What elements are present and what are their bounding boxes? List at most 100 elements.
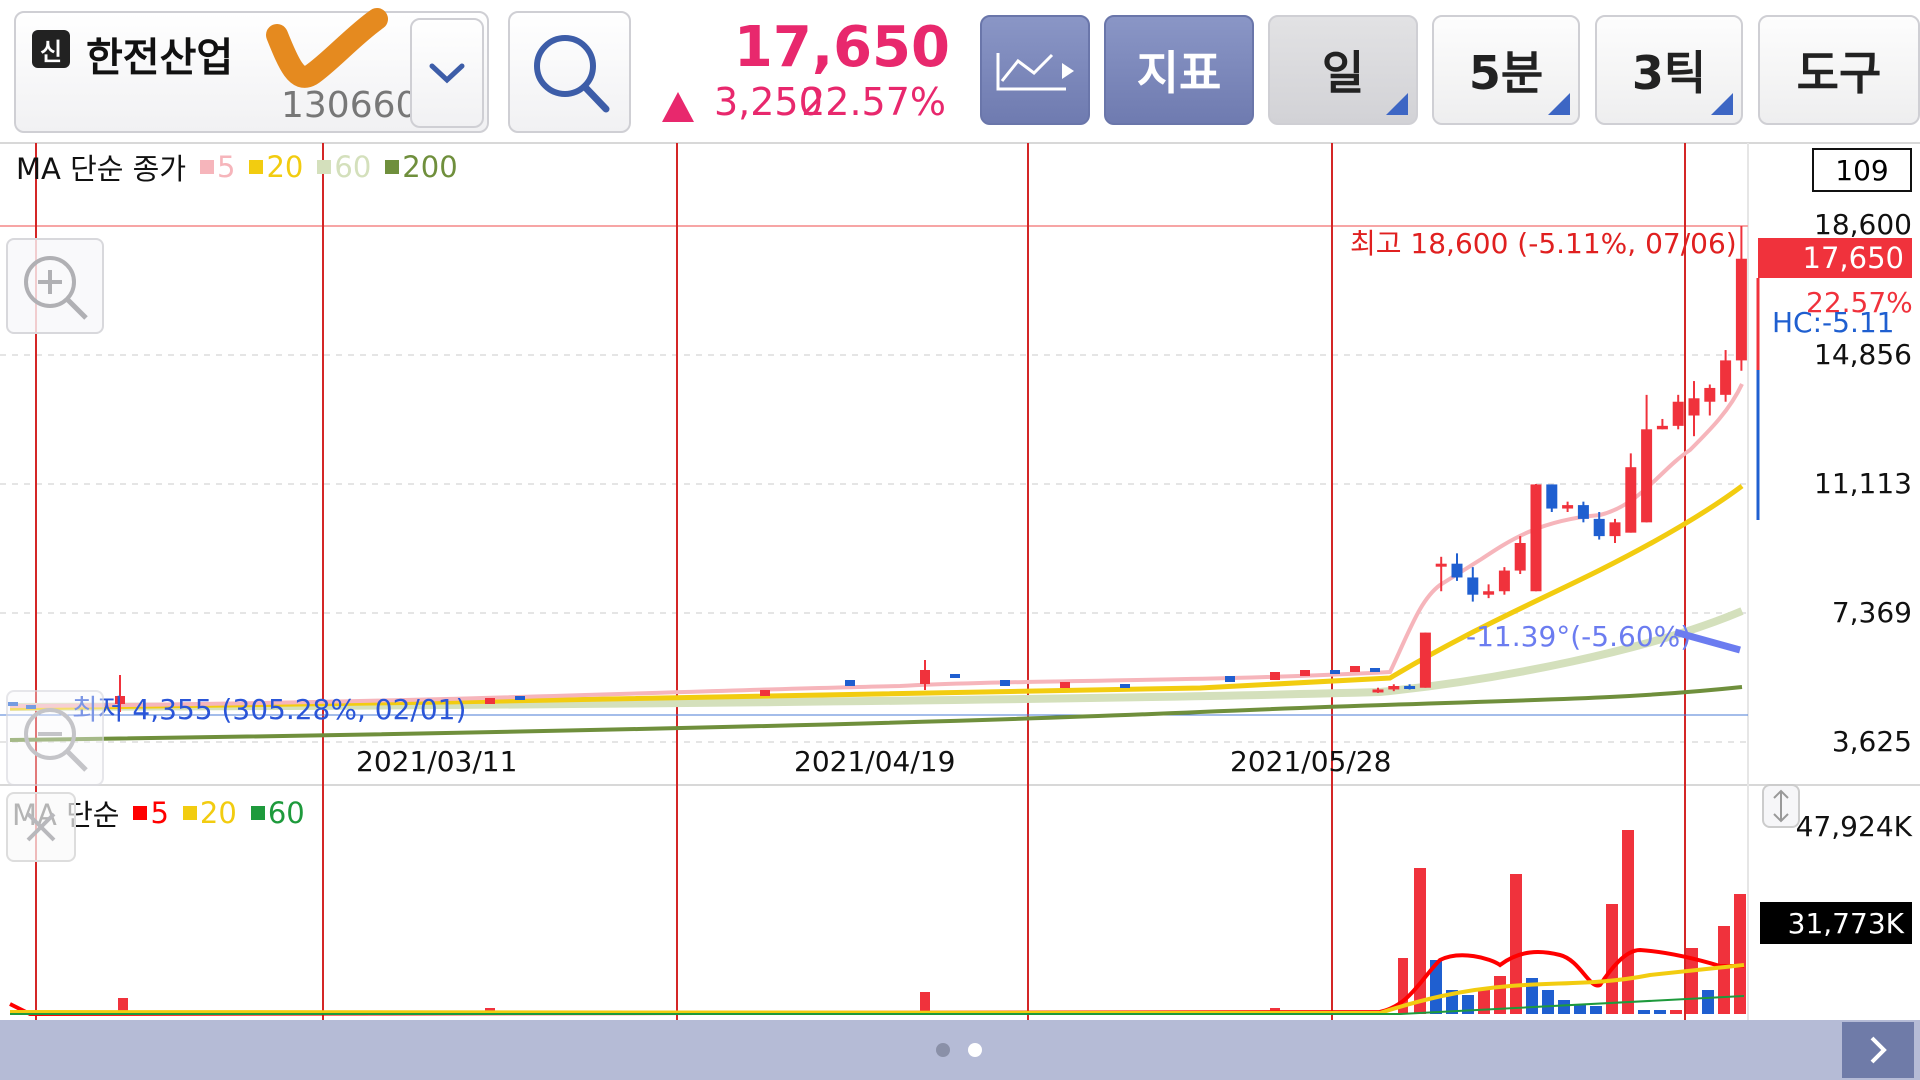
panel-resize-handle[interactable] (1762, 784, 1800, 828)
x-axis-date: 2021/04/19 (794, 745, 956, 778)
candle (1562, 505, 1574, 509)
x-axis-date: 2021/05/28 (1230, 745, 1392, 778)
current-price: 17,650 (733, 15, 950, 80)
volume-bar (118, 998, 128, 1012)
search-icon (534, 35, 610, 113)
candle (1593, 518, 1605, 537)
next-page-button[interactable] (1842, 1022, 1914, 1078)
dropdown-corner-icon (1711, 93, 1733, 115)
month-separators (35, 143, 1686, 1020)
candle (1372, 689, 1384, 693)
candle (1735, 258, 1747, 361)
page-dot-1[interactable] (936, 1043, 950, 1057)
page-dot-2[interactable] (968, 1043, 982, 1057)
price-volume-chart[interactable] (0, 140, 1920, 1020)
candle (1225, 676, 1235, 682)
visible-candle-count[interactable]: 109 (1812, 148, 1912, 192)
y-axis-label: 7,369 (1831, 596, 1912, 629)
price-ma-legend: MA 단순 종가 5 20 60 200 (16, 146, 458, 188)
grid-lines (0, 354, 1748, 743)
candle (950, 674, 960, 678)
legend-vol-ma5: 5 (133, 796, 169, 830)
dropdown-corner-icon (1386, 93, 1408, 115)
legend-ma5: 5 (200, 150, 235, 184)
candle (1546, 484, 1558, 509)
candle (1625, 467, 1637, 533)
candle (1656, 425, 1668, 430)
y-axis-label: 11,113 (1814, 467, 1912, 500)
close-volume-panel-button[interactable] (6, 792, 76, 862)
x-axis-date: 2021/03/11 (356, 745, 518, 778)
zoom-in-button[interactable] (6, 238, 104, 334)
candle (1000, 680, 1010, 686)
candle (1704, 387, 1716, 402)
candle (1404, 686, 1416, 690)
candle (1609, 522, 1621, 537)
volume-bar (1622, 830, 1634, 1014)
candle (1300, 670, 1310, 676)
candle (515, 696, 525, 700)
dropdown-corner-icon (1548, 93, 1570, 115)
candle (760, 690, 770, 696)
line-chart-icon (996, 53, 1074, 91)
zoom-out-icon (24, 708, 88, 772)
resize-vertical-icon (1773, 789, 1789, 823)
candle (1370, 668, 1380, 672)
chart-type-button[interactable] (980, 15, 1090, 125)
volume-bar (1606, 904, 1618, 1014)
legend-ma200: 200 (385, 150, 458, 184)
legend-ma60: 60 (317, 150, 371, 184)
search-button[interactable] (508, 11, 631, 133)
period-day-button[interactable]: 일 (1268, 15, 1418, 125)
stock-name: 한전산업 (86, 35, 234, 81)
period-day-label: 일 (1321, 46, 1365, 100)
credit-badge: 신 (32, 30, 70, 68)
tools-button[interactable]: 도구 (1758, 15, 1920, 125)
close-icon (26, 812, 56, 842)
volume-bar (1718, 926, 1730, 1014)
current-volume-tag: 31,773K (1760, 902, 1912, 944)
change-percent: 22.57% (801, 80, 946, 124)
candle (1060, 682, 1070, 688)
y-axis-label: 3,625 (1831, 725, 1912, 758)
candle (1350, 666, 1360, 672)
check-mark-icon (266, 8, 388, 88)
candle (1672, 401, 1684, 426)
legend-ma20: 20 (249, 150, 303, 184)
high-annotation: 최고 18,600 (-5.11%, 07/06) (1350, 227, 1737, 260)
candle (1451, 563, 1463, 578)
volume-bar (1542, 990, 1554, 1014)
indicator-button[interactable]: 지표 (1104, 15, 1254, 125)
candle (1270, 672, 1280, 680)
angle-annotation: -11.39°(-5.60%) (1466, 620, 1692, 653)
period-tick-label: 3틱 (1631, 46, 1707, 100)
period-tick-button[interactable]: 3틱 (1595, 15, 1743, 125)
candle (1514, 543, 1526, 571)
period-minute-button[interactable]: 5분 (1432, 15, 1580, 125)
ma5-line (9, 383, 1744, 708)
volume-bar (1702, 990, 1714, 1014)
hc-label: HC:-5.11 (1772, 306, 1895, 339)
y-axis-label: 14,856 (1814, 338, 1912, 371)
stock-dropdown-button[interactable] (410, 18, 484, 128)
current-price-tag: 17,650 (1758, 238, 1912, 278)
candle (1688, 398, 1700, 416)
candle (1467, 577, 1479, 595)
candle (1498, 570, 1510, 592)
low-annotation: 최저 4,355 (305.28%, 02/01) (72, 693, 467, 726)
candle (485, 698, 495, 704)
candle (1641, 429, 1653, 523)
chevron-down-icon (429, 63, 465, 84)
legend-vol-ma20: 20 (182, 796, 237, 830)
zoom-out-button[interactable] (6, 690, 104, 786)
volume-bar (1654, 1010, 1666, 1014)
candle (1483, 591, 1495, 595)
candle (1530, 484, 1542, 592)
volume-bar (1558, 1000, 1570, 1014)
legend-vol-ma60: 60 (250, 796, 305, 830)
candle (920, 670, 930, 684)
volume-bar (1590, 1006, 1602, 1014)
up-arrow-icon (662, 92, 694, 122)
volume-bar (1638, 1010, 1650, 1014)
y-axis-label: 18,600 (1814, 208, 1912, 241)
